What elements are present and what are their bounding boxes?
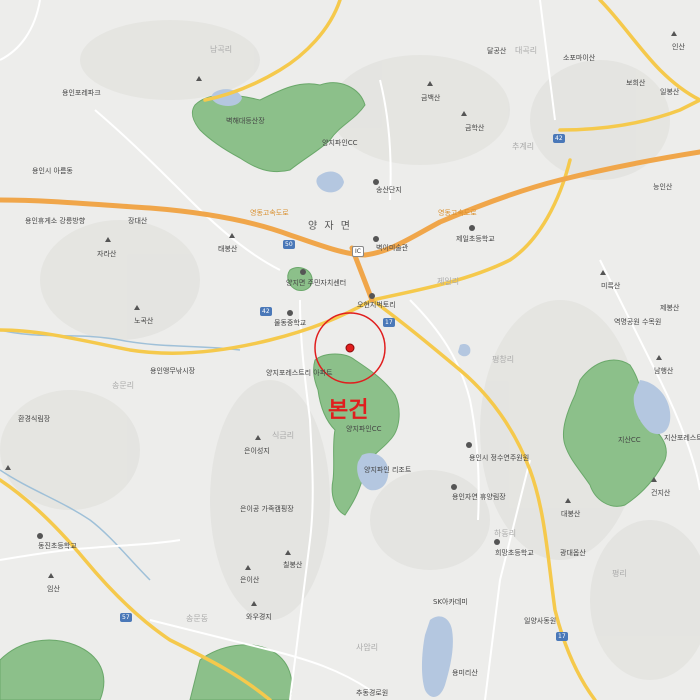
place-label-jukeungyeongjang: 추동경로원 (356, 689, 389, 697)
town-label: 양 자 면 (308, 221, 352, 232)
place-label-ilbongsan: 일봉산 (660, 88, 680, 96)
district-label: 사암리 (356, 643, 379, 652)
place-label-byeogeumsilgwan: 벽이미술관 (376, 244, 409, 252)
place-label-yangji-office: 양지면 주민자치센터 (286, 279, 347, 287)
place-label-geumbaeksan: 금백산 (421, 94, 441, 102)
place-label-insan: 인산 (672, 43, 685, 51)
place-label-taebongsan: 태봉산 (218, 245, 238, 253)
highway-label: 영동고속도로 (250, 209, 289, 217)
place-label-iksan: 임산 (47, 585, 60, 593)
place-label-sobaeksan: 보희산 (626, 79, 646, 87)
district-label: 남곡리 (210, 45, 233, 54)
place-label-yongin-camping: 용인휴게소 강릉방향 (25, 217, 86, 225)
route-shield: 17 (556, 632, 568, 641)
place-label-ohyun-intersection: 오현지벅토리 (357, 301, 396, 309)
place-label-yeogsangongwon: 역명공원 수목원 (614, 318, 662, 326)
place-label-yangji-cc: 양지파인CC (322, 139, 358, 147)
subject-property-label: 본건 (328, 398, 369, 423)
district-label: 제일리 (437, 277, 460, 286)
route-shield: 50 (283, 240, 295, 249)
place-label-sopo-cc: 소포마이산 (563, 54, 596, 62)
place-label-daebongsan: 대봉산 (561, 510, 581, 518)
place-label-yongin-jayeon: 용인자연 휴양림장 (452, 493, 506, 501)
place-label-yongin-resort-park: 용인포레파크 (62, 89, 101, 97)
route-shield: IC (352, 246, 364, 257)
district-label: 식금리 (272, 431, 295, 440)
route-shield: 42 (260, 307, 272, 316)
place-label-jangdaesan: 장대산 (128, 217, 148, 225)
place-label-jeilchojung: 제일초등학교 (456, 235, 495, 243)
place-label-jaebonsan: 제봉산 (660, 304, 680, 312)
district-label: 송문동 (186, 614, 209, 623)
place-label-geonjisan: 건지산 (651, 489, 671, 497)
place-label-sk-academy: SK아카데미 (433, 598, 468, 606)
white-arc (0, 0, 41, 61)
place-label-songsan-danji: 송산단지 (376, 186, 402, 194)
place-label-gwangdaeksan: 광대옵산 (560, 549, 586, 557)
place-label-jaraisan: 자라산 (97, 250, 117, 258)
place-label-yongin-jeonryeo: 용인시 정수연주원원 (469, 454, 530, 462)
place-label-hwankyeong: 환경식림장 (18, 415, 51, 423)
place-label-yangji-pine-cc: 양지파인CC (346, 425, 382, 433)
place-label-yongin-trail: 용인시 아름동 (32, 167, 73, 175)
place-label-yangji-pine-resort: 양지파인 리조트 (364, 466, 412, 474)
map-base-layer (0, 0, 700, 700)
place-label-jisan-cc: 지산CC (618, 436, 641, 444)
place-label-ilyangsa: 일양사동원 (524, 617, 557, 625)
place-label-yongin-fishing: 용인앵무낚시장 (150, 367, 196, 375)
district-label: 평창리 (492, 355, 515, 364)
route-shield: 42 (553, 134, 565, 143)
place-label-namhyeongsan: 남행산 (654, 367, 674, 375)
district-label: 송문리 (112, 381, 135, 390)
place-label-jisan-forest-resort: 지산포레스트 리조트 (664, 434, 700, 442)
route-shield: 17 (383, 318, 395, 327)
district-label: 추계리 (512, 142, 535, 151)
place-label-chilbongsan: 칠봉산 (283, 561, 303, 569)
place-label-dongjinchojung: 동진초등학교 (38, 542, 77, 550)
map-canvas[interactable]: 용인포레파크벽해대등산장양지파인CC 소포마이산 달공산금백산금학산송산단지벽이미술… (0, 0, 700, 700)
place-label-mireuksan: 미륵산 (601, 282, 621, 290)
place-label-yongmireesan: 용미리산 (452, 669, 478, 677)
place-label-geumhaksan: 금학산 (465, 124, 485, 132)
highway-label: 영동고속도로 (438, 209, 477, 217)
place-label-dalgolsan: 달공산 (487, 47, 507, 55)
district-label: 대곡리 (515, 46, 538, 55)
place-label-euisan: 은이산 (240, 576, 260, 584)
place-label-eunisanseong: 은이성지 (244, 447, 270, 455)
place-label-neungmisan: 능인산 (653, 183, 673, 191)
place-label-hwasan-chojung: 희망초등학교 (495, 549, 534, 557)
district-label: 평리 (612, 569, 627, 578)
place-label-nohwasan: 노곡산 (134, 317, 154, 325)
place-label-wagusan: 와우경지 (246, 613, 272, 621)
place-label-euni-garden: 은이공 가족캠핑장 (240, 505, 294, 513)
route-shield: 57 (120, 613, 132, 622)
place-label-mullo-school: 물동중학교 (274, 319, 307, 327)
place-label-yangji-forest-apt: 양지포레스트리 아파트 (266, 369, 333, 377)
place-label-byeokhae-deungsan: 벽해대등산장 (226, 117, 265, 125)
district-label: 하동리 (494, 529, 517, 538)
